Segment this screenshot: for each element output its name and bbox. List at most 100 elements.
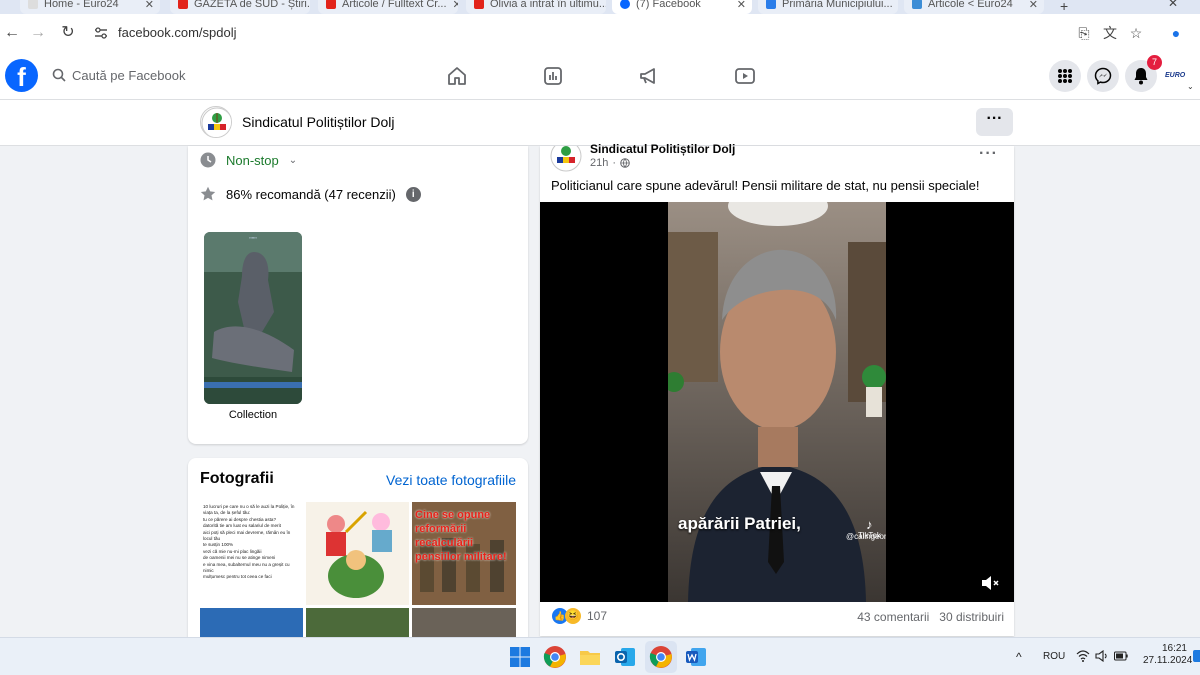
reactions-summary[interactable]: 👍 😆 107 — [552, 608, 607, 624]
reload-icon[interactable]: ↻ — [58, 23, 78, 43]
tab-title: Articole < Euro24 — [928, 0, 1013, 10]
translate-icon[interactable]: 文 — [1101, 24, 1119, 42]
file-explorer-icon[interactable] — [578, 645, 602, 669]
photos-card: Fotografii Vezi toate fotografiile 10 lu… — [188, 458, 528, 638]
browser-tab[interactable]: Articole < Euro24 ✕ — [904, 0, 1044, 14]
page-title[interactable]: Sindicatul Politiștilor Dolj — [242, 114, 395, 130]
back-icon[interactable]: ← — [2, 23, 22, 43]
megaphone-icon[interactable] — [637, 64, 661, 88]
reaction-count: 107 — [587, 609, 608, 623]
show-hidden-icons[interactable]: ^ — [1016, 650, 1022, 664]
messenger-button[interactable] — [1087, 60, 1119, 92]
video-icon[interactable] — [733, 64, 757, 88]
new-tab-icon[interactable]: + — [1060, 0, 1068, 14]
close-icon[interactable]: ✕ — [1029, 0, 1038, 11]
speaker-video-image — [668, 202, 886, 602]
collection-label[interactable]: Collection — [204, 409, 302, 421]
browser-tab[interactable]: Articole / Fulltext Cr... ✕ — [318, 0, 458, 14]
menu-grid-button[interactable] — [1049, 60, 1081, 92]
chrome-icon[interactable] — [543, 645, 567, 669]
wifi-icon[interactable] — [1076, 650, 1090, 662]
messenger-icon — [1094, 67, 1112, 85]
tab-favicon-icon — [178, 0, 188, 9]
feed-post: Sindicatul Politiștilor Dolj 21h · ··· P… — [540, 142, 1014, 636]
notification-center-icon[interactable] — [1193, 650, 1200, 662]
account-avatar[interactable]: EURO — [1165, 72, 1185, 79]
post-author-name[interactable]: Sindicatul Politiștilor Dolj — [590, 142, 735, 156]
language-indicator[interactable]: ROU — [1043, 651, 1065, 662]
close-icon[interactable]: ✕ — [145, 0, 154, 11]
bookmark-star-icon[interactable]: ☆ — [1127, 24, 1145, 42]
statue-image: """ — [204, 232, 302, 404]
photo-text-line: e vina mea, subalternul meu nu a greșit … — [203, 561, 290, 574]
hours-value: Non-stop — [226, 152, 279, 168]
rating-text[interactable]: 86% recomandă (47 recenzii) — [226, 187, 396, 202]
post-meta: 21h · — [590, 157, 630, 169]
union-logo — [550, 146, 582, 172]
photo-thumbnail[interactable] — [412, 608, 516, 638]
mute-icon[interactable] — [980, 574, 1000, 592]
haha-reaction-icon: 😆 — [565, 608, 581, 624]
page-avatar[interactable] — [200, 106, 232, 138]
photo-thumbnail[interactable]: Cine se opune reformării recalculării pe… — [412, 502, 516, 605]
home-icon[interactable] — [445, 64, 469, 88]
bell-icon — [1134, 68, 1148, 85]
install-app-icon[interactable]: ⎘ — [1075, 24, 1093, 42]
photo-thumbnail[interactable]: 10 lucruri pe care nu o să le auzi la Po… — [200, 502, 303, 605]
cartoon-image — [326, 510, 392, 598]
search-input[interactable]: Caută pe Facebook — [46, 56, 286, 96]
site-settings-icon[interactable] — [94, 27, 108, 39]
browser-tab[interactable]: Primăria Municipiului...✕ — [758, 0, 898, 14]
grid-icon — [1058, 69, 1072, 83]
tab-title: Articole / Fulltext Cr... — [342, 0, 447, 10]
photo-thumbnail[interactable] — [200, 608, 303, 638]
tab-favicon-icon — [474, 0, 484, 9]
browser-tab-active[interactable]: (7) Facebook ✕ — [612, 0, 752, 14]
post-more-options-button[interactable]: ··· — [979, 145, 998, 163]
chevron-down-icon: ⌄ — [288, 154, 298, 166]
facebook-top-bar: f Caută pe Facebook EURO ⌄ — [0, 52, 1200, 100]
photo-text-line: aici poți să pleci mai devreme, rămân eu… — [203, 529, 291, 542]
tab-favicon-icon — [766, 0, 776, 9]
video-player[interactable]: apărării Patriei, ♪ TikTok @calingeorges… — [540, 202, 1014, 602]
close-icon[interactable]: ✕ — [737, 0, 746, 11]
photo-thumbnail[interactable] — [306, 608, 409, 638]
svg-text:""": """ — [249, 237, 257, 244]
post-time[interactable]: 21h — [590, 157, 608, 169]
dashboard-icon[interactable] — [541, 64, 565, 88]
chrome-profile-icon[interactable] — [649, 645, 673, 669]
chevron-down-icon[interactable]: ⌄ — [1187, 82, 1194, 91]
outlook-icon[interactable] — [613, 645, 637, 669]
forward-icon[interactable]: → — [28, 23, 48, 43]
post-author-avatar[interactable] — [550, 146, 582, 172]
comments-count[interactable]: 43 comentarii — [857, 610, 929, 624]
page-more-options-button[interactable]: ··· — [976, 108, 1013, 136]
tab-title: GAZETA de SUD - Știri... — [194, 0, 310, 10]
browser-tab[interactable]: Olivia a intrat în ultimu...✕ — [466, 0, 606, 14]
facebook-logo[interactable]: f — [5, 59, 38, 92]
tab-favicon-icon — [326, 0, 336, 9]
windows-start-icon[interactable] — [508, 645, 532, 669]
shares-count[interactable]: 30 distribuiri — [939, 610, 1004, 624]
close-icon[interactable]: ✕ — [453, 0, 458, 11]
see-all-photos-link[interactable]: Vezi toate fotografiile — [386, 472, 516, 488]
clock[interactable]: 16:21 27.11.2024 — [1143, 643, 1192, 667]
hours-row[interactable]: Non-stop ⌄ — [200, 152, 297, 168]
browser-tab[interactable]: GAZETA de SUD - Știri...✕ — [170, 0, 310, 14]
photo-text-line: 10 lucruri pe care nu o să le auzi la Po… — [203, 504, 295, 516]
battery-icon[interactable] — [1114, 651, 1128, 661]
browser-tab[interactable]: Home - Euro24 ✕ — [20, 0, 160, 14]
close-window-icon[interactable]: ✕ — [1168, 0, 1178, 10]
tab-favicon-icon — [912, 0, 922, 9]
volume-icon[interactable] — [1095, 650, 1109, 662]
url-field[interactable]: facebook.com/spdolj — [88, 20, 1048, 46]
info-icon[interactable]: i — [405, 186, 421, 202]
collection-thumbnail[interactable]: """ — [204, 232, 302, 404]
tab-title: (7) Facebook — [636, 0, 701, 10]
tiktok-icon: ♪ — [866, 517, 873, 532]
word-icon[interactable] — [684, 645, 708, 669]
clock-time: 16:21 — [1161, 643, 1187, 654]
video-caption: apărării Patriei, — [678, 514, 801, 533]
profile-icon[interactable]: ● — [1167, 24, 1185, 42]
photo-thumbnail[interactable] — [306, 502, 409, 605]
